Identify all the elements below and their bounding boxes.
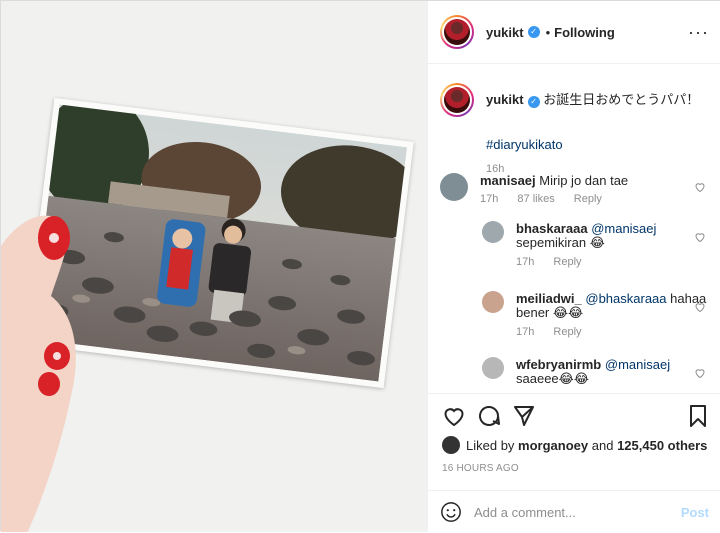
comment-text-2: saaeee😂😂 xyxy=(516,371,590,386)
following-button[interactable]: Following xyxy=(554,25,615,40)
instagram-post: yukikt ✓ • Following ··· yukikt ✓ お誕生日おめで… xyxy=(0,0,720,532)
add-comment-bar: Post xyxy=(428,490,720,533)
caption-author-avatar[interactable] xyxy=(440,83,474,117)
heart-icon[interactable] xyxy=(694,231,706,243)
likes-summary: Liked by morganoey and 125,450 others xyxy=(442,436,707,454)
caption-username[interactable]: yukikt xyxy=(486,92,524,107)
post-header: yukikt ✓ • Following ··· xyxy=(428,1,720,64)
heart-icon[interactable] xyxy=(694,367,706,379)
verified-badge-icon: ✓ xyxy=(527,26,540,38)
caption-line: yukikt ✓ お誕生日おめでとうパパ！ xyxy=(486,89,699,108)
commenter-avatar[interactable] xyxy=(482,357,504,379)
post-timestamp[interactable]: 16 HOURS AGO xyxy=(442,463,519,474)
verified-badge-icon: ✓ xyxy=(527,96,540,108)
hand-image xyxy=(1,215,76,532)
reply-item: bhaskaraaa @manisaej sepemikiran 😂 17h R… xyxy=(482,221,720,268)
comment-icon[interactable] xyxy=(477,404,501,428)
share-icon[interactable] xyxy=(512,404,536,428)
comment-text-2: sepemikiran 😂 xyxy=(516,235,605,250)
others-likes-link[interactable]: 125,450 others xyxy=(617,438,707,453)
more-options-icon[interactable]: ··· xyxy=(688,23,709,41)
comment-username[interactable]: bhaskaraaa xyxy=(516,221,588,236)
comment-meta: 17h 87 likes Reply xyxy=(480,193,618,205)
comment-meta: 17h Reply xyxy=(516,256,598,268)
comment-likes[interactable]: 87 likes xyxy=(517,193,554,205)
comment-item: manisaej Mirip jo dan tae 17h 87 likes R… xyxy=(440,173,720,213)
post-sidebar: yukikt ✓ • Following ··· yukikt ✓ お誕生日おめで… xyxy=(427,1,720,532)
comment-username[interactable]: wfebryanirmb xyxy=(516,357,601,372)
like-heart-icon[interactable] xyxy=(442,404,466,428)
author-avatar[interactable] xyxy=(440,15,474,49)
action-bar: Liked by morganoey and 125,450 others 16… xyxy=(428,393,720,532)
comment-username[interactable]: meiliadwi_ xyxy=(516,291,582,306)
reply-item: wfebryanirmb @manisaej saaeee😂😂 xyxy=(482,357,720,392)
heart-icon[interactable] xyxy=(694,181,706,193)
post-photo[interactable] xyxy=(1,1,427,532)
separator-dot: • xyxy=(545,24,551,40)
heart-icon[interactable] xyxy=(694,301,706,313)
reply-button[interactable]: Reply xyxy=(553,256,581,268)
author-username[interactable]: yukikt xyxy=(486,25,524,40)
commenter-avatar[interactable] xyxy=(440,173,468,201)
commenter-avatar[interactable] xyxy=(482,221,504,243)
reply-item: meiliadwi_ @bhaskaraaa hahaa bener 😂😂 17… xyxy=(482,291,720,339)
comment-age: 17h xyxy=(480,193,499,205)
comment-username[interactable]: manisaej xyxy=(480,173,536,188)
liker-username[interactable]: morganoey xyxy=(518,438,588,453)
reply-button[interactable]: Reply xyxy=(574,193,602,205)
comment-meta: 17h Reply xyxy=(516,326,598,338)
caption-hashtag[interactable]: #diaryukikato xyxy=(486,137,563,152)
post-comment-button[interactable]: Post xyxy=(681,505,709,520)
commenter-avatar[interactable] xyxy=(482,291,504,313)
comment-text: manisaej Mirip jo dan tae xyxy=(480,173,629,188)
comment-age: 17h xyxy=(516,326,535,338)
emoji-icon[interactable] xyxy=(440,501,462,523)
comment-age: 17h xyxy=(516,256,535,268)
comments-section: yukikt ✓ お誕生日おめでとうパパ！ #diaryukikato 16h m… xyxy=(428,65,720,392)
comment-text-2: bener 😂😂 xyxy=(516,305,584,320)
caption-text: お誕生日おめでとうパパ！ xyxy=(543,92,700,107)
liker-avatar[interactable] xyxy=(442,436,460,454)
reply-button[interactable]: Reply xyxy=(553,326,581,338)
add-comment-input[interactable] xyxy=(474,504,681,520)
bookmark-icon[interactable] xyxy=(686,404,710,428)
